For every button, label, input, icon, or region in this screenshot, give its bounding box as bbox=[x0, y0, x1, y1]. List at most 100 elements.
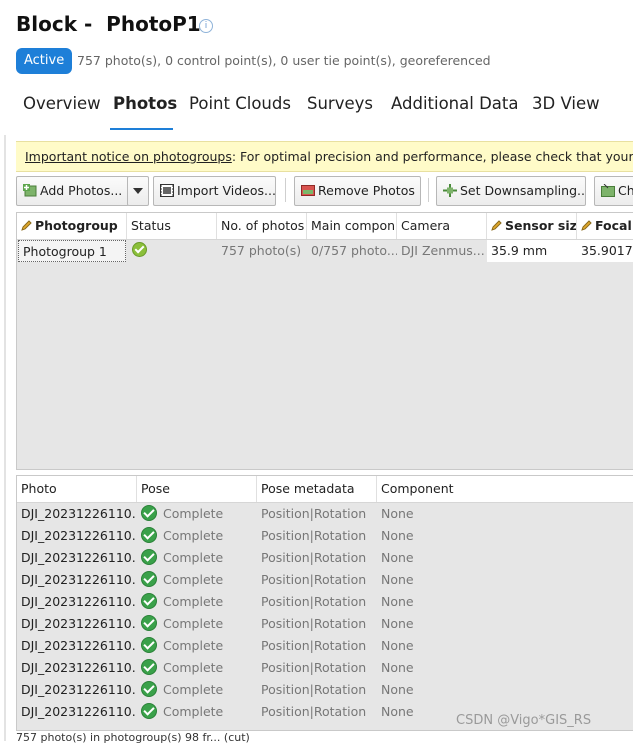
tab-overview[interactable]: Overview bbox=[23, 92, 101, 130]
col-photogroup[interactable]: Photogroup bbox=[17, 213, 127, 239]
table-row[interactable]: DJI_20231226110... Complete Position|Rotat… bbox=[17, 635, 633, 657]
pose-metadata: Position|Rotation bbox=[261, 704, 367, 719]
photogroups-header: Photogroup Status No. of photos Main com… bbox=[17, 213, 633, 240]
table-row[interactable]: DJI_20231226110... Complete Position|Rotat… bbox=[17, 503, 633, 525]
check-icon bbox=[141, 659, 157, 675]
pose-label: Complete bbox=[163, 550, 224, 565]
change-icon bbox=[601, 184, 615, 197]
active-tab-indicator bbox=[110, 128, 173, 130]
photo-name: DJI_20231226110... bbox=[21, 528, 137, 543]
table-row[interactable]: DJI_20231226110... Complete Position|Rotat… bbox=[17, 657, 633, 679]
photo-component: None bbox=[381, 616, 414, 631]
pose-label: Complete bbox=[163, 660, 224, 675]
pencil-icon bbox=[21, 220, 32, 231]
photo-name: DJI_20231226110... bbox=[21, 572, 137, 587]
left-divider bbox=[4, 135, 6, 741]
photo-name: DJI_20231226110... bbox=[21, 660, 137, 675]
pose-status: Complete bbox=[137, 701, 257, 723]
col-status[interactable]: Status bbox=[127, 213, 217, 239]
block-summary: 757 photo(s), 0 control point(s), 0 user… bbox=[77, 53, 491, 68]
tab-point-clouds[interactable]: Point Clouds bbox=[189, 92, 291, 130]
remove-photos-icon bbox=[301, 185, 315, 196]
pencil-icon bbox=[581, 220, 592, 231]
pose-status: Complete bbox=[137, 525, 257, 547]
col-photo[interactable]: Photo bbox=[17, 476, 137, 502]
pose-label: Complete bbox=[163, 704, 224, 719]
table-row[interactable]: Photogroup 1 757 photo(s) 0/757 photo...… bbox=[17, 240, 633, 262]
set-downsampling-button[interactable]: Set Downsampling... bbox=[436, 176, 586, 206]
pose-metadata: Position|Rotation bbox=[261, 506, 367, 521]
col-focal[interactable]: Focal bbox=[577, 213, 633, 239]
pose-status: Complete bbox=[137, 569, 257, 591]
pose-label: Complete bbox=[163, 638, 224, 653]
pose-status: Complete bbox=[137, 591, 257, 613]
remove-photos-button[interactable]: Remove Photos bbox=[294, 176, 421, 206]
col-sensor-size[interactable]: Sensor size bbox=[487, 213, 577, 239]
check-icon bbox=[141, 681, 157, 697]
col-no-of-photos[interactable]: No. of photos bbox=[217, 213, 307, 239]
photo-component: None bbox=[381, 660, 414, 675]
tab-additional-data[interactable]: Additional Data bbox=[391, 92, 518, 130]
pose-status: Complete bbox=[137, 657, 257, 679]
pose-label: Complete bbox=[163, 616, 224, 631]
col-main-component[interactable]: Main compon bbox=[307, 213, 397, 239]
check-icon bbox=[141, 549, 157, 565]
col-camera[interactable]: Camera bbox=[397, 213, 487, 239]
photogroup-notice: Important notice on photogroups: For opt… bbox=[16, 141, 633, 172]
photogroup-focal[interactable]: 35.9017 m bbox=[577, 240, 633, 262]
photogroup-sensor-size[interactable]: 35.9 mm bbox=[487, 240, 577, 262]
photo-name: DJI_20231226110... bbox=[21, 682, 137, 697]
pose-label: Complete bbox=[163, 682, 224, 697]
table-row[interactable]: DJI_20231226110... Complete Position|Rotat… bbox=[17, 679, 633, 701]
status-badge: Active bbox=[16, 48, 73, 74]
photo-name: DJI_20231226110... bbox=[21, 550, 137, 565]
pose-metadata: Position|Rotation bbox=[261, 528, 367, 543]
pose-metadata: Position|Rotation bbox=[261, 572, 367, 587]
set-downsampling-label: Set Downsampling... bbox=[460, 183, 586, 198]
table-row[interactable]: DJI_20231226110... Complete Position|Rotat… bbox=[17, 591, 633, 613]
chevron-down-icon bbox=[133, 188, 143, 194]
pose-label: Complete bbox=[163, 528, 224, 543]
col-pose-metadata[interactable]: Pose metadata bbox=[257, 476, 377, 502]
col-component[interactable]: Component bbox=[377, 476, 633, 502]
notice-text: : For optimal precision and performance,… bbox=[231, 149, 633, 164]
import-videos-button[interactable]: Import Videos... bbox=[153, 176, 276, 206]
col-pose[interactable]: Pose bbox=[137, 476, 257, 502]
table-row[interactable]: DJI_20231226110... Complete Position|Rotat… bbox=[17, 613, 633, 635]
pose-label: Complete bbox=[163, 506, 224, 521]
tab-3d-view[interactable]: 3D View bbox=[532, 92, 600, 130]
table-row[interactable]: DJI_20231226110... Complete Position|Rotat… bbox=[17, 569, 633, 591]
photogroup-photo-count: 757 photo(s) bbox=[221, 243, 302, 258]
photogroup-main-component: 0/757 photo... bbox=[311, 243, 397, 258]
pose-metadata: Position|Rotation bbox=[261, 638, 367, 653]
check-icon bbox=[141, 637, 157, 653]
table-row[interactable]: DJI_20231226110... Complete Position|Rotat… bbox=[17, 547, 633, 569]
pose-label: Complete bbox=[163, 594, 224, 609]
toolbar-separator bbox=[285, 178, 286, 202]
add-photos-dropdown[interactable] bbox=[127, 176, 149, 206]
pose-metadata: Position|Rotation bbox=[261, 682, 367, 697]
photo-component: None bbox=[381, 572, 414, 587]
photos-toolbar: Add Photos... Import Videos... Remove Ph… bbox=[16, 176, 633, 206]
photogroups-table: Photogroup Status No. of photos Main com… bbox=[16, 212, 633, 470]
photo-component: None bbox=[381, 506, 414, 521]
notice-link[interactable]: Important notice on photogroups bbox=[25, 149, 232, 164]
pose-metadata: Position|Rotation bbox=[261, 550, 367, 565]
pose-status: Complete bbox=[137, 547, 257, 569]
tab-photos[interactable]: Photos bbox=[113, 92, 177, 130]
photogroup-name[interactable]: Photogroup 1 bbox=[18, 240, 126, 262]
photo-name: DJI_20231226110... bbox=[21, 704, 137, 719]
table-row[interactable]: DJI_20231226110... Complete Position|Rotat… bbox=[17, 525, 633, 547]
photos-header: Photo Pose Pose metadata Component bbox=[17, 476, 633, 503]
add-photos-button[interactable]: Add Photos... bbox=[16, 176, 129, 206]
import-videos-label: Import Videos... bbox=[177, 183, 276, 198]
photo-name: DJI_20231226110... bbox=[21, 616, 137, 631]
change-button[interactable]: Ch bbox=[594, 176, 633, 206]
col-photogroup-label: Photogroup bbox=[35, 218, 118, 233]
photo-component: None bbox=[381, 528, 414, 543]
tab-surveys[interactable]: Surveys bbox=[307, 92, 373, 130]
photo-name: DJI_20231226110... bbox=[21, 638, 137, 653]
pencil-icon bbox=[491, 220, 502, 231]
info-icon[interactable]: i bbox=[199, 19, 213, 33]
remove-photos-label: Remove Photos bbox=[318, 183, 415, 198]
